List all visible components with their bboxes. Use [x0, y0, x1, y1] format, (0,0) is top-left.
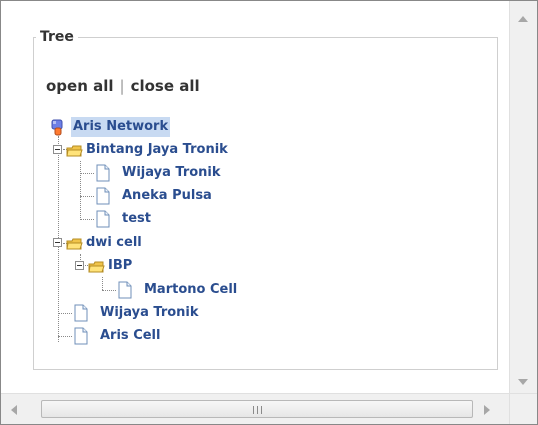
tree-viewport: Tree open all | close all Aris Network B… — [1, 1, 509, 393]
tree-row: Wijaya Tronik — [71, 303, 311, 323]
tree-connector-line — [58, 336, 72, 337]
tree-connector-line — [80, 219, 94, 220]
collapse-toggle[interactable] — [53, 145, 62, 154]
horizontal-scroll-thumb[interactable] — [41, 400, 473, 418]
tree-row: Wijaya Tronik — [93, 163, 313, 183]
vertical-scrollbar[interactable] — [509, 1, 537, 393]
tree-node-label[interactable]: test — [120, 209, 153, 229]
tree: Aris Network Bintang Jaya Tronik Wijaya … — [1, 1, 509, 393]
tree-node-label[interactable]: dwi cell — [84, 233, 144, 253]
collapse-toggle[interactable] — [53, 238, 62, 247]
tree-node-label[interactable]: IBP — [106, 256, 134, 276]
tree-row: Martono Cell — [115, 280, 335, 300]
page-icon — [74, 327, 88, 345]
scrollbar-corner — [509, 393, 537, 424]
folder-open-icon — [88, 261, 105, 273]
tree-connector-line — [80, 173, 94, 174]
scroll-left-arrow-icon[interactable] — [11, 405, 17, 415]
tree-row: test — [93, 209, 313, 229]
tree-connector-line — [58, 313, 72, 314]
tree-node-label[interactable]: Aris Cell — [98, 326, 162, 346]
horizontal-scrollbar[interactable] — [1, 393, 509, 424]
page-icon — [118, 281, 132, 299]
page-icon — [96, 210, 110, 228]
tree-connector-line — [80, 161, 81, 218]
tree-row-root: Aris Network — [49, 117, 229, 137]
tree-connector-line — [102, 277, 103, 290]
page-icon — [96, 164, 110, 182]
tree-row: IBP — [75, 256, 315, 276]
page-icon — [74, 304, 88, 322]
folder-open-icon — [66, 238, 83, 250]
folder-open-icon — [66, 145, 83, 157]
tree-row: Aneka Pulsa — [93, 186, 313, 206]
tree-connector-line — [80, 196, 94, 197]
network-icon — [51, 119, 63, 136]
scroll-down-arrow-icon[interactable] — [518, 379, 528, 385]
tree-node-label[interactable]: Wijaya Tronik — [98, 303, 201, 323]
tree-connector-line — [102, 290, 116, 291]
tree-window: Tree open all | close all Aris Network B… — [0, 0, 538, 425]
tree-node-root-label[interactable]: Aris Network — [71, 117, 171, 137]
tree-row: Aris Cell — [71, 326, 311, 346]
tree-row: Bintang Jaya Tronik — [53, 140, 313, 160]
scroll-up-arrow-icon[interactable] — [518, 16, 528, 22]
tree-node-label[interactable]: Wijaya Tronik — [120, 163, 223, 183]
tree-row: dwi cell — [53, 233, 313, 253]
tree-node-label[interactable]: Bintang Jaya Tronik — [84, 140, 230, 160]
scroll-right-arrow-icon[interactable] — [484, 405, 490, 415]
collapse-toggle[interactable] — [75, 261, 84, 270]
tree-node-label[interactable]: Aneka Pulsa — [120, 186, 214, 206]
page-icon — [96, 187, 110, 205]
tree-node-label[interactable]: Martono Cell — [142, 280, 239, 300]
scroll-grip-icon — [253, 406, 263, 414]
